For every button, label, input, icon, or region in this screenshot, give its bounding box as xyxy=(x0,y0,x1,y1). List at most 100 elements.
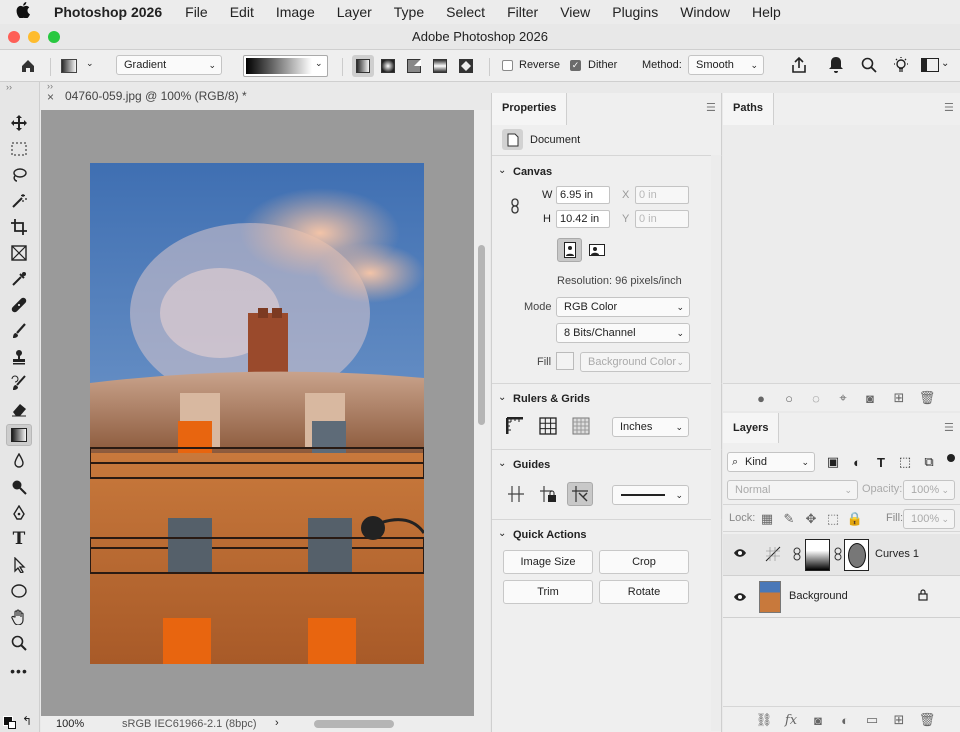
home-icon[interactable] xyxy=(17,55,39,77)
document-image[interactable] xyxy=(90,163,424,664)
reflected-gradient-icon[interactable] xyxy=(429,55,451,77)
bit-depth-dropdown[interactable]: 8 Bits/Channel ⌄ xyxy=(556,323,690,343)
radial-gradient-icon[interactable] xyxy=(377,55,399,77)
chevron-down-icon[interactable]: ⌄ xyxy=(941,58,949,69)
discover-lightbulb-icon[interactable] xyxy=(890,54,912,76)
layer-row-background[interactable]: Background xyxy=(723,576,960,618)
filter-pixel-layers-icon[interactable]: ▣ xyxy=(825,454,841,470)
brush-tool-icon[interactable] xyxy=(6,320,32,342)
grid-icon[interactable] xyxy=(539,417,557,438)
close-document-icon[interactable]: × xyxy=(47,90,54,104)
menu-type[interactable]: Type xyxy=(383,4,435,20)
frame-tool-icon[interactable] xyxy=(6,242,32,264)
lock-transparent-pixels-icon[interactable]: ▦ xyxy=(759,511,775,527)
horizontal-scroll-thumb[interactable] xyxy=(314,720,394,728)
zoom-window-button[interactable] xyxy=(48,31,60,43)
gradient-tool-icon[interactable] xyxy=(6,424,32,446)
fill-color-swatch[interactable] xyxy=(556,352,574,370)
add-mask-icon[interactable]: ◙ xyxy=(810,712,826,728)
ellipse-tool-icon[interactable] xyxy=(6,580,32,602)
layer-name[interactable]: Curves 1 xyxy=(875,548,919,560)
panel-menu-icon[interactable]: ☰ xyxy=(944,101,954,114)
filter-adjustment-layers-icon[interactable]: ◐ xyxy=(849,454,865,470)
menu-image[interactable]: Image xyxy=(265,4,326,20)
angle-gradient-icon[interactable] xyxy=(403,55,425,77)
eye-visibility-icon[interactable] xyxy=(733,591,747,605)
background-color-swatch[interactable] xyxy=(8,721,16,729)
trash-icon[interactable]: 🗑 xyxy=(919,390,936,406)
fill-input[interactable]: 100% ⌄ xyxy=(903,509,955,529)
link-layers-icon[interactable]: ⛓ xyxy=(756,712,773,728)
width-input[interactable]: 6.95 in xyxy=(556,186,610,204)
opacity-input[interactable]: 100% ⌄ xyxy=(903,480,955,500)
layer-row-curves[interactable]: Curves 1 xyxy=(723,534,960,576)
layer-name[interactable]: Background xyxy=(789,590,848,602)
minimize-window-button[interactable] xyxy=(28,31,40,43)
filter-smart-objects-icon[interactable]: ⧉ xyxy=(921,454,937,470)
dither-checkbox[interactable]: ✓ xyxy=(570,60,581,71)
landscape-orientation-icon[interactable] xyxy=(586,240,608,260)
menu-layer[interactable]: Layer xyxy=(326,4,383,20)
ruler-units-dropdown[interactable]: Inches ⌄ xyxy=(612,417,689,437)
magic-wand-tool-icon[interactable] xyxy=(6,190,32,212)
link-chain-icon[interactable] xyxy=(510,198,520,217)
hand-tool-icon[interactable] xyxy=(6,606,32,628)
chevron-down-icon[interactable]: ⌄ xyxy=(86,58,94,69)
y-input[interactable]: 0 in xyxy=(635,210,689,228)
menu-plugins[interactable]: Plugins xyxy=(601,4,669,20)
method-dropdown[interactable]: Smooth ⌄ xyxy=(688,55,764,75)
smart-guides-icon[interactable] xyxy=(567,482,593,506)
blend-mode-dropdown[interactable]: Normal ⌄ xyxy=(727,480,858,500)
lasso-tool-icon[interactable] xyxy=(6,164,32,186)
image-size-button[interactable]: Image Size xyxy=(503,550,593,574)
lock-guides-icon[interactable] xyxy=(539,485,557,506)
pixel-grid-icon[interactable] xyxy=(572,417,590,438)
crop-tool-icon[interactable] xyxy=(6,216,32,238)
trash-icon[interactable]: 🗑 xyxy=(919,712,936,728)
make-work-path-icon[interactable]: ⌖ xyxy=(835,390,851,406)
pen-tool-icon[interactable] xyxy=(6,502,32,524)
load-selection-icon[interactable]: ◌ xyxy=(808,390,824,406)
crop-button[interactable]: Crop xyxy=(599,550,689,574)
panel-menu-icon[interactable]: ☰ xyxy=(706,101,716,114)
guides-icon[interactable] xyxy=(507,485,525,506)
menu-select[interactable]: Select xyxy=(435,4,496,20)
layer-filter-dropdown[interactable]: ⌕ Kind ⌄ xyxy=(727,452,815,472)
link-chain-icon[interactable] xyxy=(834,547,842,564)
eye-visibility-icon[interactable] xyxy=(733,547,747,561)
canvas-area[interactable] xyxy=(41,110,474,716)
group-folder-icon[interactable]: ▭ xyxy=(864,712,880,728)
menu-view[interactable]: View xyxy=(549,4,601,20)
properties-scrollbar[interactable] xyxy=(711,155,721,731)
canvas-vertical-scrollbar[interactable] xyxy=(474,110,490,716)
panel-menu-icon[interactable]: ☰ xyxy=(944,421,954,434)
lock-artboard-icon[interactable]: ⬚ xyxy=(825,511,841,527)
app-menu[interactable]: Photoshop 2026 xyxy=(46,4,174,20)
move-tool-icon[interactable] xyxy=(6,112,32,134)
menu-file[interactable]: File xyxy=(174,4,219,20)
new-layer-icon[interactable]: ⊞ xyxy=(891,712,907,728)
fill-dropdown[interactable]: Background Color ⌄ xyxy=(580,352,690,372)
reverse-checkbox[interactable] xyxy=(502,60,513,71)
ruler-icon[interactable] xyxy=(505,416,524,438)
lock-image-pixels-icon[interactable]: ✎ xyxy=(781,511,797,527)
apple-icon[interactable] xyxy=(0,2,46,22)
stroke-path-icon[interactable]: ○ xyxy=(781,390,797,406)
x-input[interactable]: 0 in xyxy=(635,186,689,204)
lock-all-icon[interactable]: 🔒 xyxy=(847,511,863,527)
diamond-gradient-icon[interactable] xyxy=(455,55,477,77)
adjustment-layer-icon[interactable]: ◐ xyxy=(837,712,853,728)
chevron-down-icon[interactable]: ⌄ xyxy=(498,458,506,469)
more-tools-icon[interactable]: ••• xyxy=(6,660,32,682)
menu-window[interactable]: Window xyxy=(669,4,741,20)
menu-edit[interactable]: Edit xyxy=(219,4,265,20)
blur-tool-icon[interactable] xyxy=(6,450,32,472)
share-icon[interactable] xyxy=(788,54,810,76)
add-mask-icon[interactable]: ◙ xyxy=(862,390,878,406)
chevron-down-icon[interactable]: ⌄ xyxy=(498,528,506,539)
gradient-tool-preset-icon[interactable] xyxy=(58,55,80,77)
filter-type-layers-icon[interactable]: T xyxy=(873,454,889,470)
rectangular-marquee-tool-icon[interactable] xyxy=(6,138,32,160)
gradient-picker[interactable]: ⌄ xyxy=(243,55,328,77)
vector-mask-thumbnail[interactable] xyxy=(844,539,869,571)
